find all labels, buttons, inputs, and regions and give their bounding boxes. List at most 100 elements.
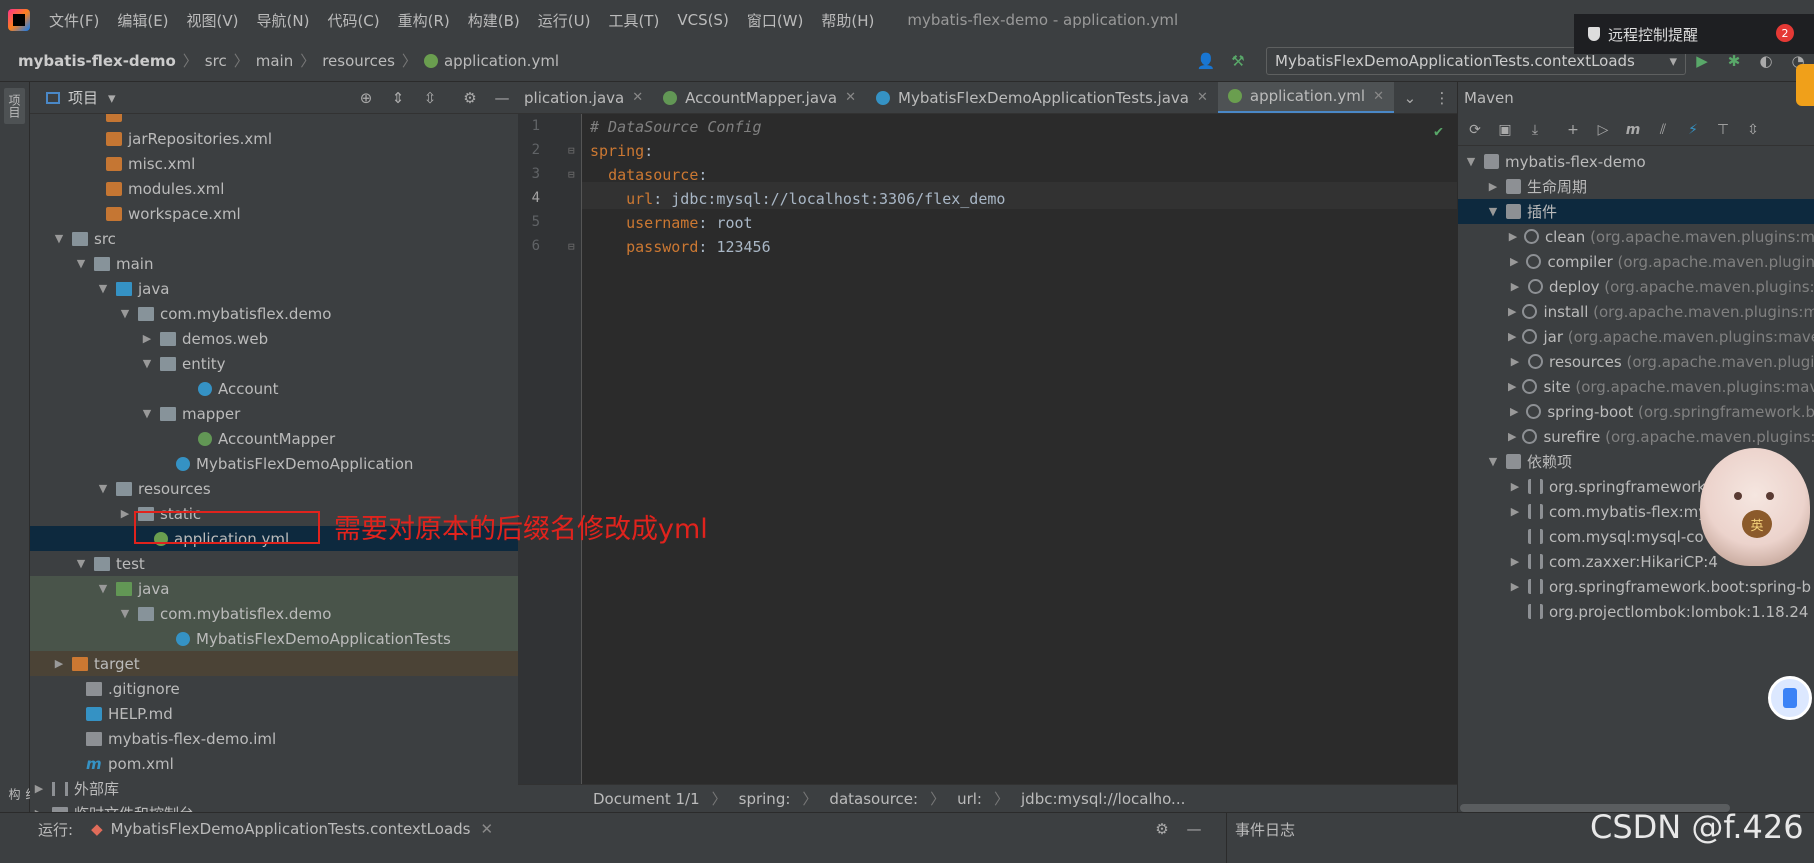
minimize-icon[interactable]: —: [1184, 819, 1204, 839]
chevron-down-icon[interactable]: ▼: [74, 557, 88, 570]
chevron-right-icon[interactable]: ▶: [1508, 405, 1520, 418]
maven-tree-item[interactable]: ▶ deploy (org.apache.maven.plugins:: [1458, 274, 1814, 299]
tree-item[interactable]: HELP.md: [30, 701, 518, 726]
menu-refactor[interactable]: 重构(R): [389, 10, 459, 31]
chevron-right-icon[interactable]: ▶: [1508, 355, 1522, 368]
close-icon[interactable]: ✕: [1373, 89, 1384, 104]
run-tab[interactable]: ◆ MybatisFlexDemoApplicationTests.contex…: [91, 820, 494, 838]
tree-item[interactable]: ▼ entity: [30, 351, 518, 376]
tree-item[interactable]: ▶ 外部库: [30, 776, 518, 801]
chevron-down-icon[interactable]: ▼: [1486, 205, 1500, 218]
run-icon[interactable]: ▶: [1692, 51, 1712, 71]
user-icon[interactable]: 👤: [1196, 51, 1216, 71]
maven-tree-item[interactable]: ▶ 生命周期: [1458, 174, 1814, 199]
show-dependencies-icon[interactable]: ⊤: [1712, 119, 1734, 141]
chevron-down-icon[interactable]: ▼: [96, 482, 110, 495]
chevron-right-icon[interactable]: ▶: [1508, 505, 1522, 518]
generate-sources-icon[interactable]: ▣: [1494, 119, 1516, 141]
breadcrumb-main[interactable]: main: [256, 52, 293, 70]
chevron-down-icon[interactable]: ▼: [140, 407, 154, 420]
chevron-down-icon[interactable]: ▼: [1464, 155, 1478, 168]
toggle-offline-icon[interactable]: ⫽: [1652, 119, 1674, 141]
expand-all-icon[interactable]: ⇕: [388, 88, 408, 108]
tree-item[interactable]: jarRepositories.xml: [30, 126, 518, 151]
maven-tree-item[interactable]: ▼ mybatis-flex-demo: [1458, 149, 1814, 174]
add-icon[interactable]: +: [1562, 119, 1584, 141]
status-crumb[interactable]: jdbc:mysql://localho...: [1021, 790, 1185, 808]
locate-icon[interactable]: ⊕: [356, 88, 376, 108]
chevron-right-icon[interactable]: ▶: [1508, 305, 1516, 318]
menu-view[interactable]: 视图(V): [178, 10, 248, 31]
chevron-down-icon[interactable]: ▼: [140, 357, 154, 370]
breadcrumb-project[interactable]: mybatis-flex-demo: [18, 52, 176, 70]
close-icon[interactable]: ✕: [480, 820, 493, 838]
tree-item[interactable]: mybatis-flex-demo.iml: [30, 726, 518, 751]
chevron-right-icon[interactable]: ▶: [1508, 280, 1522, 293]
side-widget[interactable]: [1796, 64, 1814, 106]
tree-item[interactable]: ▼ resources: [30, 476, 518, 501]
menu-file[interactable]: 文件(F): [40, 10, 108, 31]
maven-tree-item[interactable]: ▶ spring-boot (org.springframework.b: [1458, 399, 1814, 424]
tab-application-yml[interactable]: application.yml ✕: [1217, 82, 1394, 113]
chevron-right-icon[interactable]: ▶: [1486, 180, 1500, 193]
tree-item[interactable]: MybatisFlexDemoApplicationTests: [30, 626, 518, 651]
tree-item[interactable]: Account: [30, 376, 518, 401]
coverage-icon[interactable]: ◐: [1756, 51, 1776, 71]
tree-item[interactable]: misc.xml: [30, 151, 518, 176]
maven-tree-item-selected[interactable]: ▼ 插件: [1458, 199, 1814, 224]
maven-tree-item[interactable]: ▶ org.springframework.boot:spring-b: [1458, 574, 1814, 599]
remote-control-notification[interactable]: 远程控制提醒 2: [1574, 14, 1814, 54]
status-crumb[interactable]: url:: [957, 790, 982, 808]
chevron-right-icon[interactable]: ▶: [140, 332, 154, 345]
chevron-right-icon[interactable]: ▶: [118, 507, 132, 520]
close-icon[interactable]: ✕: [1197, 90, 1208, 105]
tree-item[interactable]: ▼ com.mybatisflex.demo: [30, 301, 518, 326]
chevron-right-icon[interactable]: ▶: [1508, 580, 1522, 593]
maven-tree-item[interactable]: org.projectlombok:lombok:1.18.24: [1458, 599, 1814, 624]
maven-tree-item[interactable]: ▶ install (org.apache.maven.plugins:m: [1458, 299, 1814, 324]
minimize-icon[interactable]: —: [492, 88, 512, 108]
tree-item[interactable]: modules.xml: [30, 176, 518, 201]
tree-item[interactable]: ▶ demos.web: [30, 326, 518, 351]
chevron-right-icon[interactable]: ▶: [52, 657, 66, 670]
tree-item[interactable]: ▼ src: [30, 226, 518, 251]
tree-item[interactable]: ▼ main: [30, 251, 518, 276]
chevron-right-icon[interactable]: ▶: [1508, 555, 1522, 568]
tree-item[interactable]: ▼ java: [30, 276, 518, 301]
fold-icon[interactable]: ⊟: [568, 240, 575, 253]
gear-icon[interactable]: ⚙: [460, 88, 480, 108]
menu-edit[interactable]: 编辑(E): [108, 10, 177, 31]
breadcrumb-src[interactable]: src: [205, 52, 227, 70]
project-tool-tab[interactable]: 项目: [4, 88, 25, 124]
chevron-right-icon[interactable]: ▶: [1508, 430, 1516, 443]
chevron-right-icon[interactable]: ▶: [1508, 380, 1516, 393]
code-area[interactable]: 1 2 3 4 5 6 ⊟ ⊟ ⊟ # DataSource Config sp…: [518, 114, 1457, 784]
collapse-all-icon[interactable]: ⇳: [1742, 119, 1764, 141]
menu-build[interactable]: 构建(B): [459, 10, 529, 31]
gear-icon[interactable]: ⚙: [1152, 819, 1172, 839]
checkmark-icon[interactable]: ✔: [1434, 122, 1443, 140]
chevron-right-icon[interactable]: ▶: [1508, 330, 1516, 343]
menu-window[interactable]: 窗口(W): [738, 10, 813, 31]
fold-icon[interactable]: ⊟: [568, 144, 575, 157]
menu-code[interactable]: 代码(C): [318, 10, 388, 31]
close-icon[interactable]: ✕: [845, 90, 856, 105]
tree-item[interactable]: .gitignore: [30, 676, 518, 701]
chevron-down-icon[interactable]: ▼: [118, 607, 132, 620]
debug-icon[interactable]: ✱: [1724, 51, 1744, 71]
reload-icon[interactable]: ⟳: [1464, 119, 1486, 141]
project-panel-title[interactable]: 项目: [68, 87, 98, 108]
chevron-right-icon[interactable]: ▶: [32, 782, 46, 795]
breadcrumb-resources[interactable]: resources: [322, 52, 395, 70]
tree-item[interactable]: m pom.xml: [30, 751, 518, 776]
menu-help[interactable]: 帮助(H): [812, 10, 883, 31]
maven-tree-item[interactable]: ▶ clean (org.apache.maven.plugins:m: [1458, 224, 1814, 249]
tree-item[interactable]: MybatisFlexDemoApplication: [30, 451, 518, 476]
tab-application-java[interactable]: plication.java ✕: [518, 82, 653, 113]
build-hammer-icon[interactable]: ⚒: [1228, 51, 1248, 71]
chevron-down-icon[interactable]: ▼: [96, 282, 110, 295]
maven-tree-item[interactable]: ▶ compiler (org.apache.maven.plugin: [1458, 249, 1814, 274]
maven-tree-item[interactable]: ▶ resources (org.apache.maven.plugi: [1458, 349, 1814, 374]
skip-tests-icon[interactable]: ⚡: [1682, 119, 1704, 141]
floating-assistant-button[interactable]: [1768, 676, 1812, 720]
